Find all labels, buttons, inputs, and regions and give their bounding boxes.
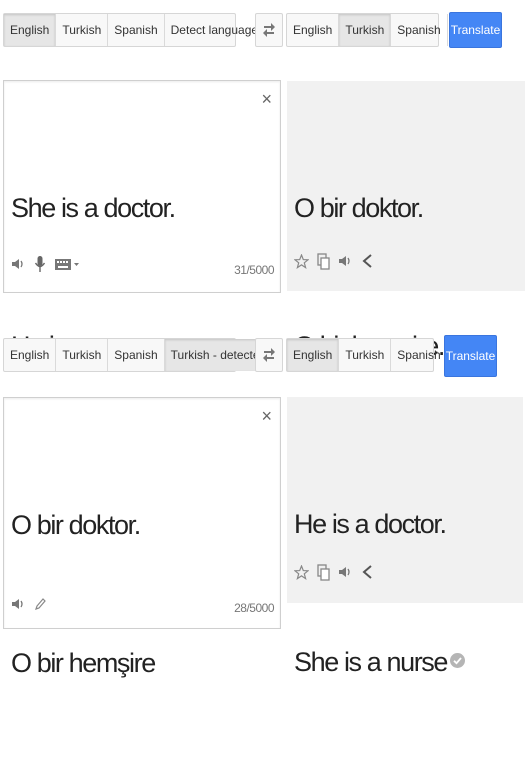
source-lang-turkish[interactable]: Turkish: [56, 339, 109, 371]
source-lang-turkish[interactable]: Turkish: [56, 14, 109, 46]
target-language-bar: English Turkish Spanish ▼: [286, 13, 457, 47]
source-text[interactable]: O bir doktor. O bir hemşire: [11, 410, 156, 778]
character-count: 31/5000: [234, 263, 274, 277]
source-line: O bir hemşire: [11, 648, 156, 678]
result-toolbar: [293, 252, 375, 270]
source-toolbar: [10, 595, 48, 613]
target-lang-turkish[interactable]: Turkish: [339, 339, 392, 371]
translation-line-text: She is a nurse: [294, 647, 448, 677]
source-line: O bir doktor.: [11, 510, 141, 540]
source-lang-spanish[interactable]: Spanish: [108, 339, 165, 371]
swap-languages-button[interactable]: [255, 338, 283, 372]
source-line: She is a doctor.: [11, 193, 176, 223]
speaker-icon[interactable]: [10, 255, 26, 273]
target-lang-spanish[interactable]: Spanish: [391, 14, 446, 46]
translate-button[interactable]: Translate: [449, 12, 502, 48]
source-language-bar: English Turkish Spanish Detect language …: [3, 13, 274, 47]
source-lang-english[interactable]: English: [4, 14, 57, 46]
source-text-box[interactable]: She is a doctor. He is a nurse. × 31/500…: [3, 80, 281, 361]
translation-line: O bir doktor.: [294, 193, 424, 223]
source-lang-english[interactable]: English: [4, 339, 57, 371]
star-icon[interactable]: [293, 252, 309, 270]
source-language-bar: English Turkish Spanish Turkish - detect…: [3, 338, 282, 372]
clear-text-icon[interactable]: ×: [261, 89, 272, 110]
translation-line: She is a nurse: [294, 639, 465, 685]
speaker-icon[interactable]: [10, 595, 26, 613]
swap-arrows-icon: [263, 23, 275, 37]
share-icon[interactable]: [359, 563, 375, 581]
translate-panel-2: English Turkish Spanish Turkish - detect…: [0, 320, 532, 678]
target-lang-spanish[interactable]: Spanish: [391, 339, 446, 371]
target-language-bar: English Turkish Spanish ▼: [286, 338, 457, 372]
verified-check-icon[interactable]: [450, 653, 465, 669]
target-lang-turkish[interactable]: Turkish: [339, 14, 392, 46]
copy-icon[interactable]: [315, 252, 331, 270]
pencil-icon[interactable]: [32, 595, 48, 613]
share-icon[interactable]: [359, 252, 375, 270]
swap-languages-button[interactable]: [255, 13, 283, 47]
translation-result-box: O bir doktor. O bir hemşire.: [287, 81, 525, 361]
character-count: 28/5000: [234, 601, 274, 615]
source-lang-spanish[interactable]: Spanish: [108, 14, 165, 46]
copy-icon[interactable]: [315, 563, 331, 581]
source-lang-detect[interactable]: Detect language: [165, 14, 264, 46]
translation-result-box: He is a doctor. She is a nurse: [287, 397, 523, 677]
translate-panel-1: English Turkish Spanish Detect language …: [0, 0, 532, 361]
microphone-icon[interactable]: [32, 255, 48, 273]
source-text-box[interactable]: O bir doktor. O bir hemşire × 28/5000: [3, 397, 281, 678]
target-lang-english[interactable]: English: [287, 14, 340, 46]
translation-text: He is a doctor. She is a nurse: [294, 409, 465, 777]
translation-line: He is a doctor.: [294, 509, 447, 539]
target-lang-english[interactable]: English: [287, 339, 340, 371]
speaker-icon[interactable]: [337, 252, 353, 270]
translate-button[interactable]: Translate: [444, 335, 497, 377]
source-toolbar: [10, 255, 80, 273]
clear-text-icon[interactable]: ×: [261, 406, 272, 427]
swap-arrows-icon: [263, 348, 275, 362]
star-icon[interactable]: [293, 563, 309, 581]
result-toolbar: [293, 563, 375, 581]
keyboard-icon[interactable]: [54, 255, 80, 273]
speaker-icon[interactable]: [337, 563, 353, 581]
